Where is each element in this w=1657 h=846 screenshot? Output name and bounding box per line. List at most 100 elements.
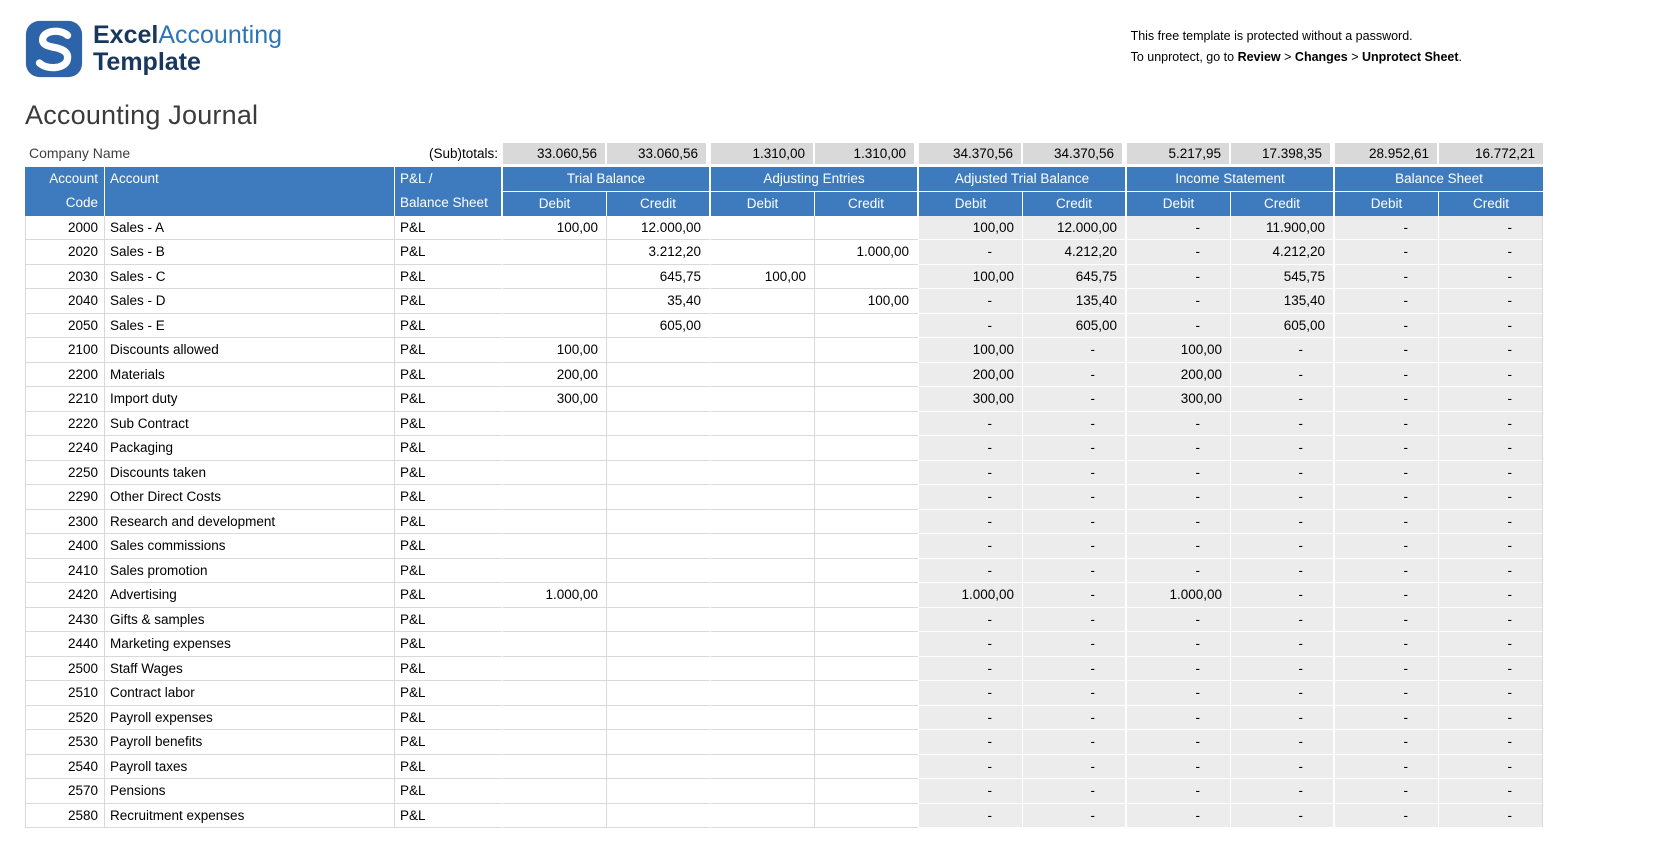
cell-adjusting-entries-credit[interactable] xyxy=(815,436,919,461)
cell-balance-sheet-credit[interactable]: - xyxy=(1439,314,1543,339)
cell-balance-sheet-debit[interactable]: - xyxy=(1335,804,1439,829)
cell-account-code[interactable]: 2300 xyxy=(25,510,105,535)
cell-account-code[interactable]: 2040 xyxy=(25,289,105,314)
cell-adjusted-trial-balance-credit[interactable]: - xyxy=(1023,657,1127,682)
cell-adjusting-entries-credit[interactable] xyxy=(815,657,919,682)
cell-balance-sheet-credit[interactable]: - xyxy=(1439,387,1543,412)
cell-adjusted-trial-balance-debit[interactable]: - xyxy=(919,730,1023,755)
cell-adjusting-entries-debit[interactable] xyxy=(711,559,815,584)
cell-balance-sheet-credit[interactable]: - xyxy=(1439,412,1543,437)
cell-trial-balance-debit[interactable] xyxy=(503,706,607,731)
cell-adjusting-entries-credit[interactable] xyxy=(815,559,919,584)
cell-account-code[interactable]: 2510 xyxy=(25,681,105,706)
cell-pl-balance-sheet[interactable]: P&L xyxy=(395,632,503,657)
cell-income-statement-debit[interactable]: - xyxy=(1127,240,1231,265)
cell-pl-balance-sheet[interactable]: P&L xyxy=(395,510,503,535)
cell-adjusting-entries-credit[interactable] xyxy=(815,730,919,755)
cell-trial-balance-debit[interactable] xyxy=(503,289,607,314)
cell-trial-balance-credit[interactable]: 12.000,00 xyxy=(607,216,711,241)
cell-adjusted-trial-balance-debit[interactable]: - xyxy=(919,436,1023,461)
cell-pl-balance-sheet[interactable]: P&L xyxy=(395,387,503,412)
cell-adjusting-entries-credit[interactable] xyxy=(815,755,919,780)
cell-adjusted-trial-balance-credit[interactable]: - xyxy=(1023,632,1127,657)
cell-balance-sheet-credit[interactable]: - xyxy=(1439,730,1543,755)
cell-account-code[interactable]: 2290 xyxy=(25,485,105,510)
cell-adjusting-entries-credit[interactable] xyxy=(815,804,919,829)
cell-income-statement-debit[interactable]: - xyxy=(1127,510,1231,535)
group-header-income-statement[interactable]: Income Statement xyxy=(1127,167,1335,192)
cell-trial-balance-debit[interactable] xyxy=(503,485,607,510)
cell-income-statement-debit[interactable]: - xyxy=(1127,632,1231,657)
group-header-trial-balance[interactable]: Trial Balance xyxy=(503,167,711,192)
cell-trial-balance-credit[interactable]: 645,75 xyxy=(607,265,711,290)
cell-adjusting-entries-debit[interactable] xyxy=(711,436,815,461)
cell-adjusting-entries-debit[interactable] xyxy=(711,314,815,339)
cell-income-statement-debit[interactable]: 100,00 xyxy=(1127,338,1231,363)
cell-balance-sheet-credit[interactable]: - xyxy=(1439,559,1543,584)
cell-adjusting-entries-credit[interactable] xyxy=(815,412,919,437)
col-header-account[interactable]: Account xyxy=(105,167,395,216)
cell-adjusted-trial-balance-credit[interactable]: - xyxy=(1023,608,1127,633)
subtotal-value-cell[interactable]: 5.217,95 xyxy=(1127,143,1231,167)
cell-trial-balance-credit[interactable] xyxy=(607,436,711,461)
cell-income-statement-debit[interactable]: 200,00 xyxy=(1127,363,1231,388)
cell-trial-balance-debit[interactable]: 200,00 xyxy=(503,363,607,388)
cell-account-name[interactable]: Recruitment expenses xyxy=(105,804,395,829)
cell-trial-balance-credit[interactable] xyxy=(607,485,711,510)
cell-account-code[interactable]: 2540 xyxy=(25,755,105,780)
cell-account-name[interactable]: Sales - C xyxy=(105,265,395,290)
cell-trial-balance-credit[interactable] xyxy=(607,583,711,608)
cell-trial-balance-debit[interactable] xyxy=(503,608,607,633)
cell-pl-balance-sheet[interactable]: P&L xyxy=(395,338,503,363)
cell-trial-balance-credit[interactable] xyxy=(607,657,711,682)
subtotal-value-cell[interactable]: 16.772,21 xyxy=(1439,143,1543,167)
cell-adjusting-entries-credit[interactable] xyxy=(815,265,919,290)
cell-adjusted-trial-balance-debit[interactable]: 100,00 xyxy=(919,338,1023,363)
cell-income-statement-credit[interactable]: - xyxy=(1231,363,1335,388)
cell-adjusted-trial-balance-debit[interactable]: - xyxy=(919,706,1023,731)
cell-adjusted-trial-balance-credit[interactable]: - xyxy=(1023,681,1127,706)
cell-adjusting-entries-debit[interactable] xyxy=(711,657,815,682)
cell-income-statement-credit[interactable]: - xyxy=(1231,706,1335,731)
cell-income-statement-debit[interactable]: - xyxy=(1127,289,1231,314)
cell-trial-balance-credit[interactable] xyxy=(607,559,711,584)
col-header-pl-balance-sheet[interactable]: P&L / Balance Sheet xyxy=(395,167,503,216)
cell-pl-balance-sheet[interactable]: P&L xyxy=(395,730,503,755)
cell-trial-balance-credit[interactable]: 3.212,20 xyxy=(607,240,711,265)
cell-account-code[interactable]: 2430 xyxy=(25,608,105,633)
cell-adjusted-trial-balance-debit[interactable]: - xyxy=(919,485,1023,510)
cell-income-statement-credit[interactable]: 4.212,20 xyxy=(1231,240,1335,265)
cell-trial-balance-debit[interactable] xyxy=(503,412,607,437)
cell-adjusted-trial-balance-credit[interactable]: - xyxy=(1023,534,1127,559)
cell-income-statement-credit[interactable]: - xyxy=(1231,779,1335,804)
subheader-trial-balance-debit[interactable]: Debit xyxy=(503,192,607,216)
cell-trial-balance-credit[interactable] xyxy=(607,338,711,363)
cell-balance-sheet-credit[interactable]: - xyxy=(1439,632,1543,657)
cell-adjusting-entries-debit[interactable] xyxy=(711,706,815,731)
cell-income-statement-credit[interactable]: - xyxy=(1231,534,1335,559)
cell-trial-balance-credit[interactable] xyxy=(607,461,711,486)
cell-trial-balance-debit[interactable] xyxy=(503,240,607,265)
subheader-balance-sheet-debit[interactable]: Debit xyxy=(1335,192,1439,216)
cell-trial-balance-debit[interactable] xyxy=(503,779,607,804)
cell-balance-sheet-credit[interactable]: - xyxy=(1439,436,1543,461)
subheader-adjusted-trial-balance-debit[interactable]: Debit xyxy=(919,192,1023,216)
cell-pl-balance-sheet[interactable]: P&L xyxy=(395,559,503,584)
cell-adjusted-trial-balance-credit[interactable]: - xyxy=(1023,510,1127,535)
cell-income-statement-credit[interactable]: - xyxy=(1231,485,1335,510)
cell-adjusting-entries-credit[interactable]: 100,00 xyxy=(815,289,919,314)
cell-balance-sheet-debit[interactable]: - xyxy=(1335,779,1439,804)
cell-trial-balance-debit[interactable]: 100,00 xyxy=(503,216,607,241)
cell-income-statement-debit[interactable]: - xyxy=(1127,485,1231,510)
cell-income-statement-credit[interactable]: - xyxy=(1231,804,1335,829)
cell-balance-sheet-debit[interactable]: - xyxy=(1335,338,1439,363)
cell-income-statement-debit[interactable]: 1.000,00 xyxy=(1127,583,1231,608)
cell-pl-balance-sheet[interactable]: P&L xyxy=(395,706,503,731)
cell-adjusting-entries-credit[interactable] xyxy=(815,706,919,731)
cell-account-name[interactable]: Import duty xyxy=(105,387,395,412)
cell-account-code[interactable]: 2020 xyxy=(25,240,105,265)
cell-adjusted-trial-balance-credit[interactable]: 135,40 xyxy=(1023,289,1127,314)
cell-account-name[interactable]: Pensions xyxy=(105,779,395,804)
cell-income-statement-credit[interactable]: - xyxy=(1231,730,1335,755)
cell-account-code[interactable]: 2410 xyxy=(25,559,105,584)
